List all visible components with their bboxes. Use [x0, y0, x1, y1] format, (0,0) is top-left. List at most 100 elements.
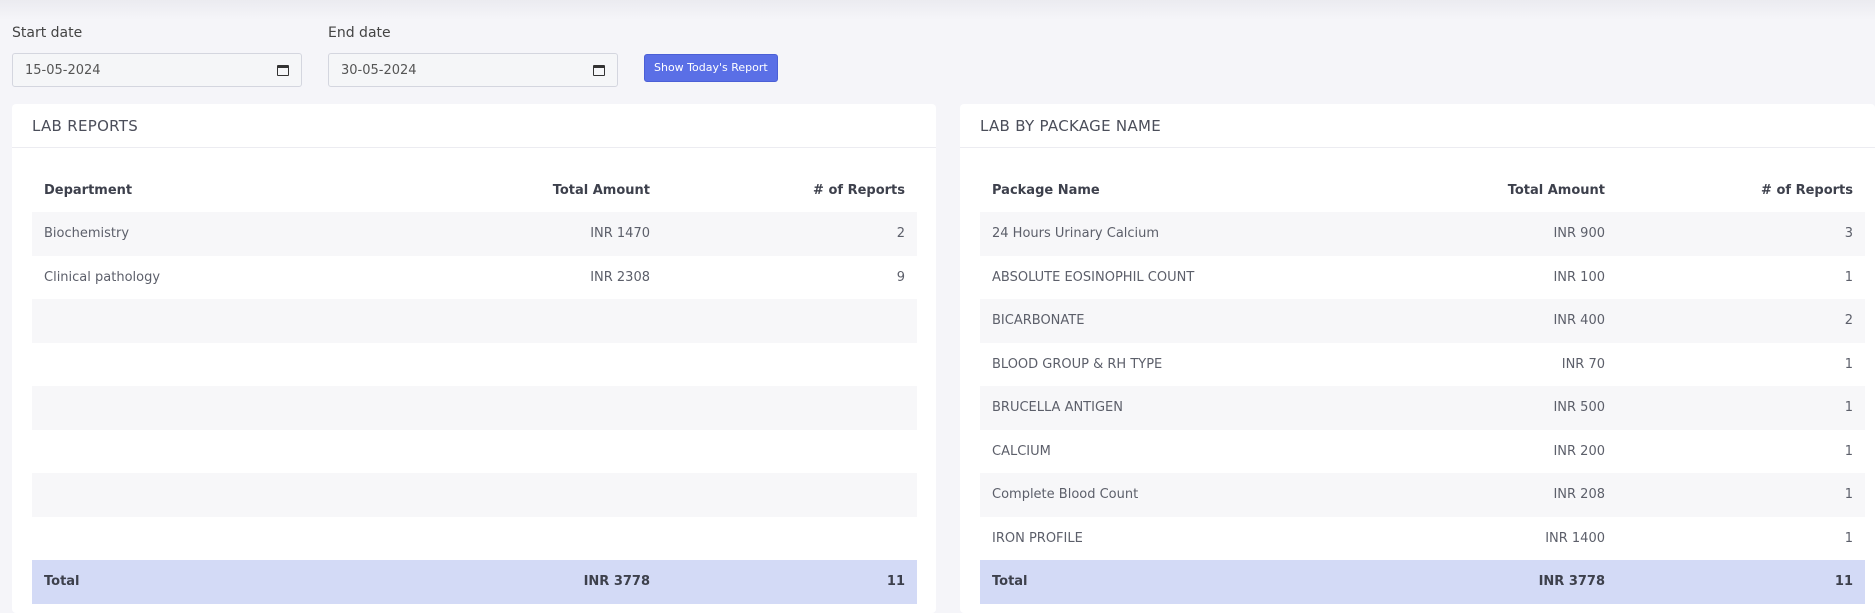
show-todays-report-button[interactable]: Show Today's Report — [644, 54, 778, 82]
row-count-cell: 1 — [1617, 473, 1865, 517]
total-amount: INR 3778 — [354, 560, 662, 604]
row-count-cell: 1 — [1617, 255, 1865, 299]
row-amount-cell: INR 900 — [1405, 212, 1617, 256]
row-name-cell: Complete Blood Count — [980, 473, 1405, 517]
row-count-cell — [662, 473, 917, 517]
start-date-input[interactable]: 15-05-2024 — [12, 53, 302, 87]
row-name-cell: Biochemistry — [32, 212, 354, 256]
table-row: Complete Blood Count INR 208 1 — [980, 473, 1865, 517]
table-row: Biochemistry INR 1470 2 — [32, 212, 917, 256]
calendar-icon[interactable] — [277, 64, 289, 76]
row-count-cell: 9 — [662, 255, 917, 299]
table-row: BRUCELLA ANTIGEN INR 500 1 — [980, 386, 1865, 430]
total-label: Total — [980, 560, 1405, 604]
total-amount: INR 3778 — [1405, 560, 1617, 604]
row-amount-cell: INR 400 — [1405, 299, 1617, 343]
column-header-package-name: Package Name — [992, 183, 1100, 198]
end-date-input[interactable]: 30-05-2024 — [328, 53, 618, 87]
lab-by-package-rows: 24 Hours Urinary Calcium INR 900 3 ABSOLUTE… — [980, 212, 1865, 560]
column-header-report-count: # of Reports — [1761, 183, 1853, 198]
table-row — [32, 342, 917, 386]
row-amount-cell: INR 2308 — [354, 255, 662, 299]
table-row — [32, 386, 917, 430]
calendar-icon[interactable] — [593, 64, 605, 76]
row-count-cell: 1 — [1617, 516, 1865, 560]
table-row — [32, 299, 917, 343]
column-header-report-count: # of Reports — [813, 183, 905, 198]
row-name-cell: CALCIUM — [980, 429, 1405, 473]
row-amount-cell — [354, 299, 662, 343]
lab-by-package-title: LAB BY PACKAGE NAME — [960, 104, 1875, 148]
table-row: CALCIUM INR 200 1 — [980, 429, 1865, 473]
row-name-cell — [32, 386, 354, 430]
row-amount-cell — [354, 342, 662, 386]
end-date-field: End date 30-05-2024 — [328, 24, 618, 87]
lab-reports-card: LAB REPORTS Department Total Amount # of… — [12, 104, 936, 613]
lab-reports-table: Department Total Amount # of Reports Bio… — [32, 169, 917, 604]
row-name-cell: BLOOD GROUP & RH TYPE — [980, 342, 1405, 386]
table-row: 24 Hours Urinary Calcium INR 900 3 — [980, 212, 1865, 256]
row-amount-cell — [354, 473, 662, 517]
row-count-cell — [662, 516, 917, 560]
column-header-total-amount: Total Amount — [1507, 183, 1605, 198]
row-name-cell: IRON PROFILE — [980, 516, 1405, 560]
row-count-cell: 1 — [1617, 342, 1865, 386]
row-amount-cell: INR 500 — [1405, 386, 1617, 430]
end-date-value: 30-05-2024 — [341, 62, 417, 78]
row-count-cell — [662, 299, 917, 343]
top-shade — [0, 0, 1875, 20]
row-count-cell — [662, 342, 917, 386]
start-date-label: Start date — [12, 25, 83, 41]
start-date-field: Start date 15-05-2024 — [12, 24, 302, 87]
row-name-cell: Clinical pathology — [32, 255, 354, 299]
row-name-cell: BRUCELLA ANTIGEN — [980, 386, 1405, 430]
row-count-cell: 1 — [1617, 429, 1865, 473]
table-row: BICARBONATE INR 400 2 — [980, 299, 1865, 343]
row-amount-cell — [354, 516, 662, 560]
row-count-cell — [662, 429, 917, 473]
total-reports: 11 — [1617, 560, 1865, 604]
table-header-row: Department Total Amount # of Reports — [32, 169, 917, 212]
row-name-cell — [32, 342, 354, 386]
row-amount-cell — [354, 386, 662, 430]
table-row: ABSOLUTE EOSINOPHIL COUNT INR 100 1 — [980, 255, 1865, 299]
total-label: Total — [32, 560, 354, 604]
table-header-row: Package Name Total Amount # of Reports — [980, 169, 1865, 212]
row-amount-cell: INR 1470 — [354, 212, 662, 256]
row-amount-cell: INR 1400 — [1405, 516, 1617, 560]
row-count-cell: 2 — [662, 212, 917, 256]
row-amount-cell: INR 70 — [1405, 342, 1617, 386]
start-date-value: 15-05-2024 — [25, 62, 101, 78]
row-count-cell — [662, 386, 917, 430]
row-amount-cell: INR 200 — [1405, 429, 1617, 473]
row-amount-cell: INR 208 — [1405, 473, 1617, 517]
row-amount-cell: INR 100 — [1405, 255, 1617, 299]
lab-by-package-card: LAB BY PACKAGE NAME Package Name Total A… — [960, 104, 1875, 613]
total-row: Total INR 3778 11 — [980, 560, 1865, 604]
column-header-total-amount: Total Amount — [552, 183, 650, 198]
row-name-cell: 24 Hours Urinary Calcium — [980, 212, 1405, 256]
total-row: Total INR 3778 11 — [32, 560, 917, 604]
column-header-department: Department — [44, 183, 133, 198]
row-name-cell — [32, 473, 354, 517]
table-row — [32, 516, 917, 560]
row-name-cell — [32, 516, 354, 560]
table-row: BLOOD GROUP & RH TYPE INR 70 1 — [980, 342, 1865, 386]
row-amount-cell — [354, 429, 662, 473]
table-row: IRON PROFILE INR 1400 1 — [980, 516, 1865, 560]
row-name-cell: BICARBONATE — [980, 299, 1405, 343]
lab-by-package-table: Package Name Total Amount # of Reports 2… — [980, 169, 1865, 604]
end-date-label: End date — [328, 25, 391, 41]
lab-reports-rows: Biochemistry INR 1470 2 Clinical pathology I… — [32, 212, 917, 560]
table-row: Clinical pathology INR 2308 9 — [32, 255, 917, 299]
row-name-cell: ABSOLUTE EOSINOPHIL COUNT — [980, 255, 1405, 299]
row-count-cell: 1 — [1617, 386, 1865, 430]
lab-reports-title: LAB REPORTS — [12, 104, 936, 148]
table-row — [32, 429, 917, 473]
row-name-cell — [32, 429, 354, 473]
total-reports: 11 — [662, 560, 917, 604]
row-count-cell: 3 — [1617, 212, 1865, 256]
row-name-cell — [32, 299, 354, 343]
row-count-cell: 2 — [1617, 299, 1865, 343]
table-row — [32, 473, 917, 517]
